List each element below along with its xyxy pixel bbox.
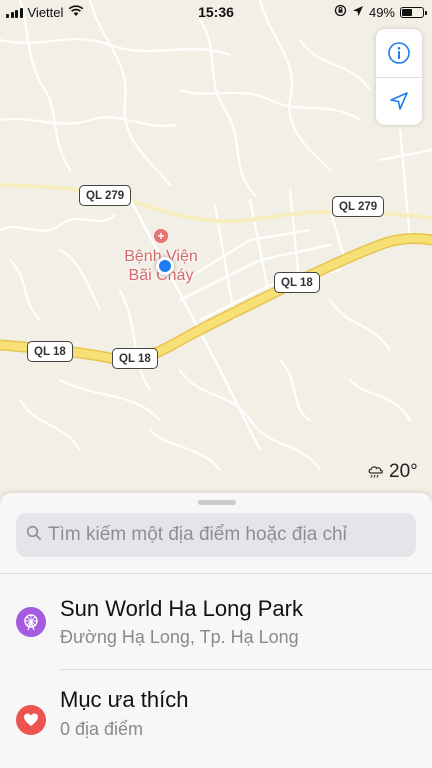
list-item-title: Sun World Ha Long Park	[60, 596, 303, 621]
orientation-lock-icon	[334, 4, 347, 20]
signal-icon	[6, 7, 23, 18]
list-item-subtitle: 0 địa điểm	[60, 719, 144, 739]
status-bar: Viettel 15:36 49%	[0, 0, 432, 24]
heart-icon	[16, 705, 46, 735]
search-bar[interactable]	[16, 513, 416, 557]
info-icon	[387, 41, 411, 65]
rain-cloud-icon	[366, 462, 386, 482]
battery-percent: 49%	[368, 4, 395, 20]
search-input[interactable]	[48, 524, 398, 546]
status-time: 15:36	[198, 4, 234, 20]
road-label-ql18: QL 18	[274, 272, 320, 293]
list-item-title: Mục ưa thích	[60, 687, 189, 712]
bottom-sheet[interactable]: Sun World Ha Long Park Đường Hạ Long, Tp…	[0, 493, 432, 768]
road-label-ql18: QL 18	[112, 348, 158, 369]
user-location-dot[interactable]	[156, 257, 174, 275]
hospital-icon[interactable]: +	[154, 229, 168, 243]
maps-screen: QL 279 QL 279 QL 18 QL 18 QL 18 + Bệnh V…	[0, 0, 432, 768]
tracking-button[interactable]	[376, 76, 422, 126]
list-item-sun-world[interactable]: Sun World Ha Long Park Đường Hạ Long, Tp…	[0, 574, 432, 666]
list-item-favorites[interactable]: Mục ưa thích 0 địa điểm	[0, 670, 432, 762]
weather-temperature: 20°	[389, 461, 418, 482]
location-arrow-icon	[352, 5, 364, 20]
map-controls	[376, 29, 422, 125]
wifi-icon	[68, 4, 84, 20]
sheet-grabber[interactable]	[198, 500, 236, 505]
list-item-subtitle: Đường Hạ Long, Tp. Hạ Long	[60, 627, 299, 647]
carrier-name: Viettel	[27, 4, 64, 20]
road-label-ql279: QL 279	[332, 196, 385, 217]
info-button[interactable]	[376, 29, 422, 77]
road-label-ql18: QL 18	[27, 341, 73, 362]
search-icon	[26, 525, 42, 546]
road-label-ql279: QL 279	[79, 185, 132, 206]
map-canvas	[0, 0, 432, 500]
weather-indicator: 20°	[366, 461, 418, 483]
location-arrow-icon	[388, 90, 410, 112]
battery-icon	[400, 6, 427, 18]
map-view[interactable]: QL 279 QL 279 QL 18 QL 18 QL 18 + Bệnh V…	[0, 0, 432, 500]
ferris-wheel-icon	[16, 607, 46, 637]
